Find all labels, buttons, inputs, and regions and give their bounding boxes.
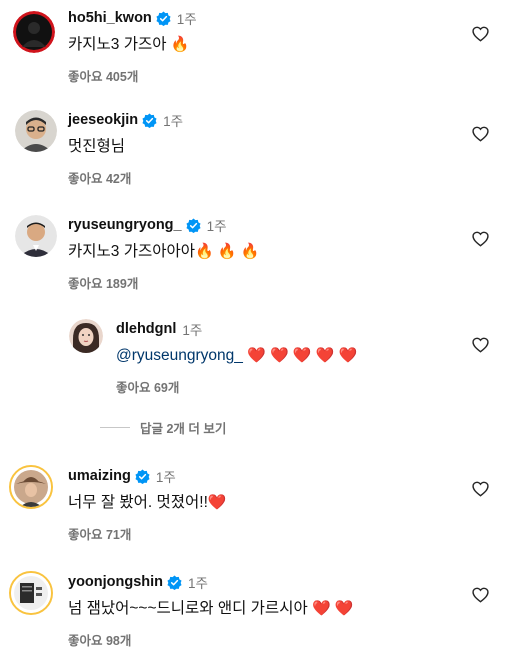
- mention-link[interactable]: @ryuseungryong_: [116, 347, 243, 364]
- red-heart-emoji-icon: ❤️: [207, 494, 227, 511]
- avatar[interactable]: [9, 571, 53, 615]
- username[interactable]: jeeseokjin: [68, 112, 138, 128]
- username[interactable]: umaizing: [68, 468, 131, 484]
- man-in-suit-avatar-icon: [15, 215, 57, 257]
- likes-count[interactable]: 좋아요 98개: [68, 630, 354, 649]
- view-more-replies-button[interactable]: 답글 2개 더 보기: [100, 418, 226, 437]
- username[interactable]: ryuseungryong_: [68, 217, 182, 233]
- timestamp[interactable]: 1주: [207, 215, 227, 235]
- comment-text-body: 카지노3 가즈아: [68, 36, 167, 53]
- timestamp[interactable]: 1주: [177, 8, 197, 28]
- likes-count[interactable]: 좋아요 42개: [68, 168, 183, 187]
- comment-text: 너무 잘 봤어. 멋졌어!!❤️: [68, 493, 227, 513]
- timestamp[interactable]: 1주: [188, 572, 208, 592]
- avatar[interactable]: [15, 215, 57, 257]
- reply-text: @ryuseungryong_ ❤️ ❤️ ❤️ ❤️ ❤️: [116, 346, 357, 366]
- like-heart-icon[interactable]: [472, 26, 489, 42]
- woman-with-hat-avatar-icon: [11, 467, 51, 507]
- man-with-glasses-avatar-icon: [15, 110, 57, 152]
- verified-badge-icon: [156, 10, 171, 26]
- album-cover-avatar-icon: [11, 573, 51, 613]
- like-heart-icon[interactable]: [472, 126, 489, 142]
- comment-text-body: 너무 잘 봤어. 멋졌어!!: [68, 494, 208, 511]
- timestamp[interactable]: 1주: [163, 110, 183, 130]
- fire-emoji-icon: 🔥 🔥 🔥: [195, 243, 260, 260]
- fire-emoji-icon: 🔥: [170, 36, 190, 53]
- likes-count[interactable]: 좋아요 71개: [68, 524, 227, 543]
- red-heart-emoji-icon: ❤️ ❤️ ❤️ ❤️ ❤️: [247, 347, 358, 364]
- timestamp[interactable]: 1주: [156, 466, 176, 486]
- woman-avatar-icon: [69, 319, 103, 353]
- verified-badge-icon: [186, 217, 201, 233]
- likes-count[interactable]: 좋아요 405개: [68, 66, 197, 85]
- verified-badge-icon: [167, 574, 182, 590]
- divider-line: [100, 427, 130, 428]
- like-heart-icon[interactable]: [472, 337, 489, 353]
- comment-text: 카지노3 가즈아 🔥: [68, 35, 197, 55]
- username[interactable]: ho5hi_kwon: [68, 10, 152, 26]
- comment-text: 넘 잼났어~~~드니로와 앤디 가르시아 ❤️ ❤️: [68, 599, 354, 619]
- avatar[interactable]: [13, 11, 55, 53]
- verified-badge-icon: [135, 468, 150, 484]
- black-silhouette-avatar-icon: [13, 11, 55, 53]
- like-heart-icon[interactable]: [472, 587, 489, 603]
- comment-text-body: 넘 잼났어~~~드니로와 앤디 가르시아: [68, 600, 308, 617]
- timestamp[interactable]: 1주: [182, 319, 202, 339]
- likes-count[interactable]: 좋아요 189개: [68, 273, 259, 292]
- likes-count[interactable]: 좋아요 69개: [116, 377, 357, 396]
- red-heart-emoji-icon: ❤️ ❤️: [312, 600, 354, 617]
- avatar[interactable]: [9, 465, 53, 509]
- view-more-replies-label: 답글 2개 더 보기: [140, 422, 227, 436]
- avatar[interactable]: [69, 319, 103, 353]
- verified-badge-icon: [142, 112, 157, 128]
- avatar[interactable]: [15, 110, 57, 152]
- username[interactable]: yoonjongshin: [68, 574, 163, 590]
- comment-text-body: 카지노3 가즈아아아: [68, 243, 196, 260]
- username[interactable]: dlehdgnl: [116, 321, 176, 337]
- comment-text: 카지노3 가즈아아아🔥 🔥 🔥: [68, 242, 259, 262]
- like-heart-icon[interactable]: [472, 231, 489, 247]
- comment-text: 멋진형님: [68, 138, 126, 155]
- like-heart-icon[interactable]: [472, 481, 489, 497]
